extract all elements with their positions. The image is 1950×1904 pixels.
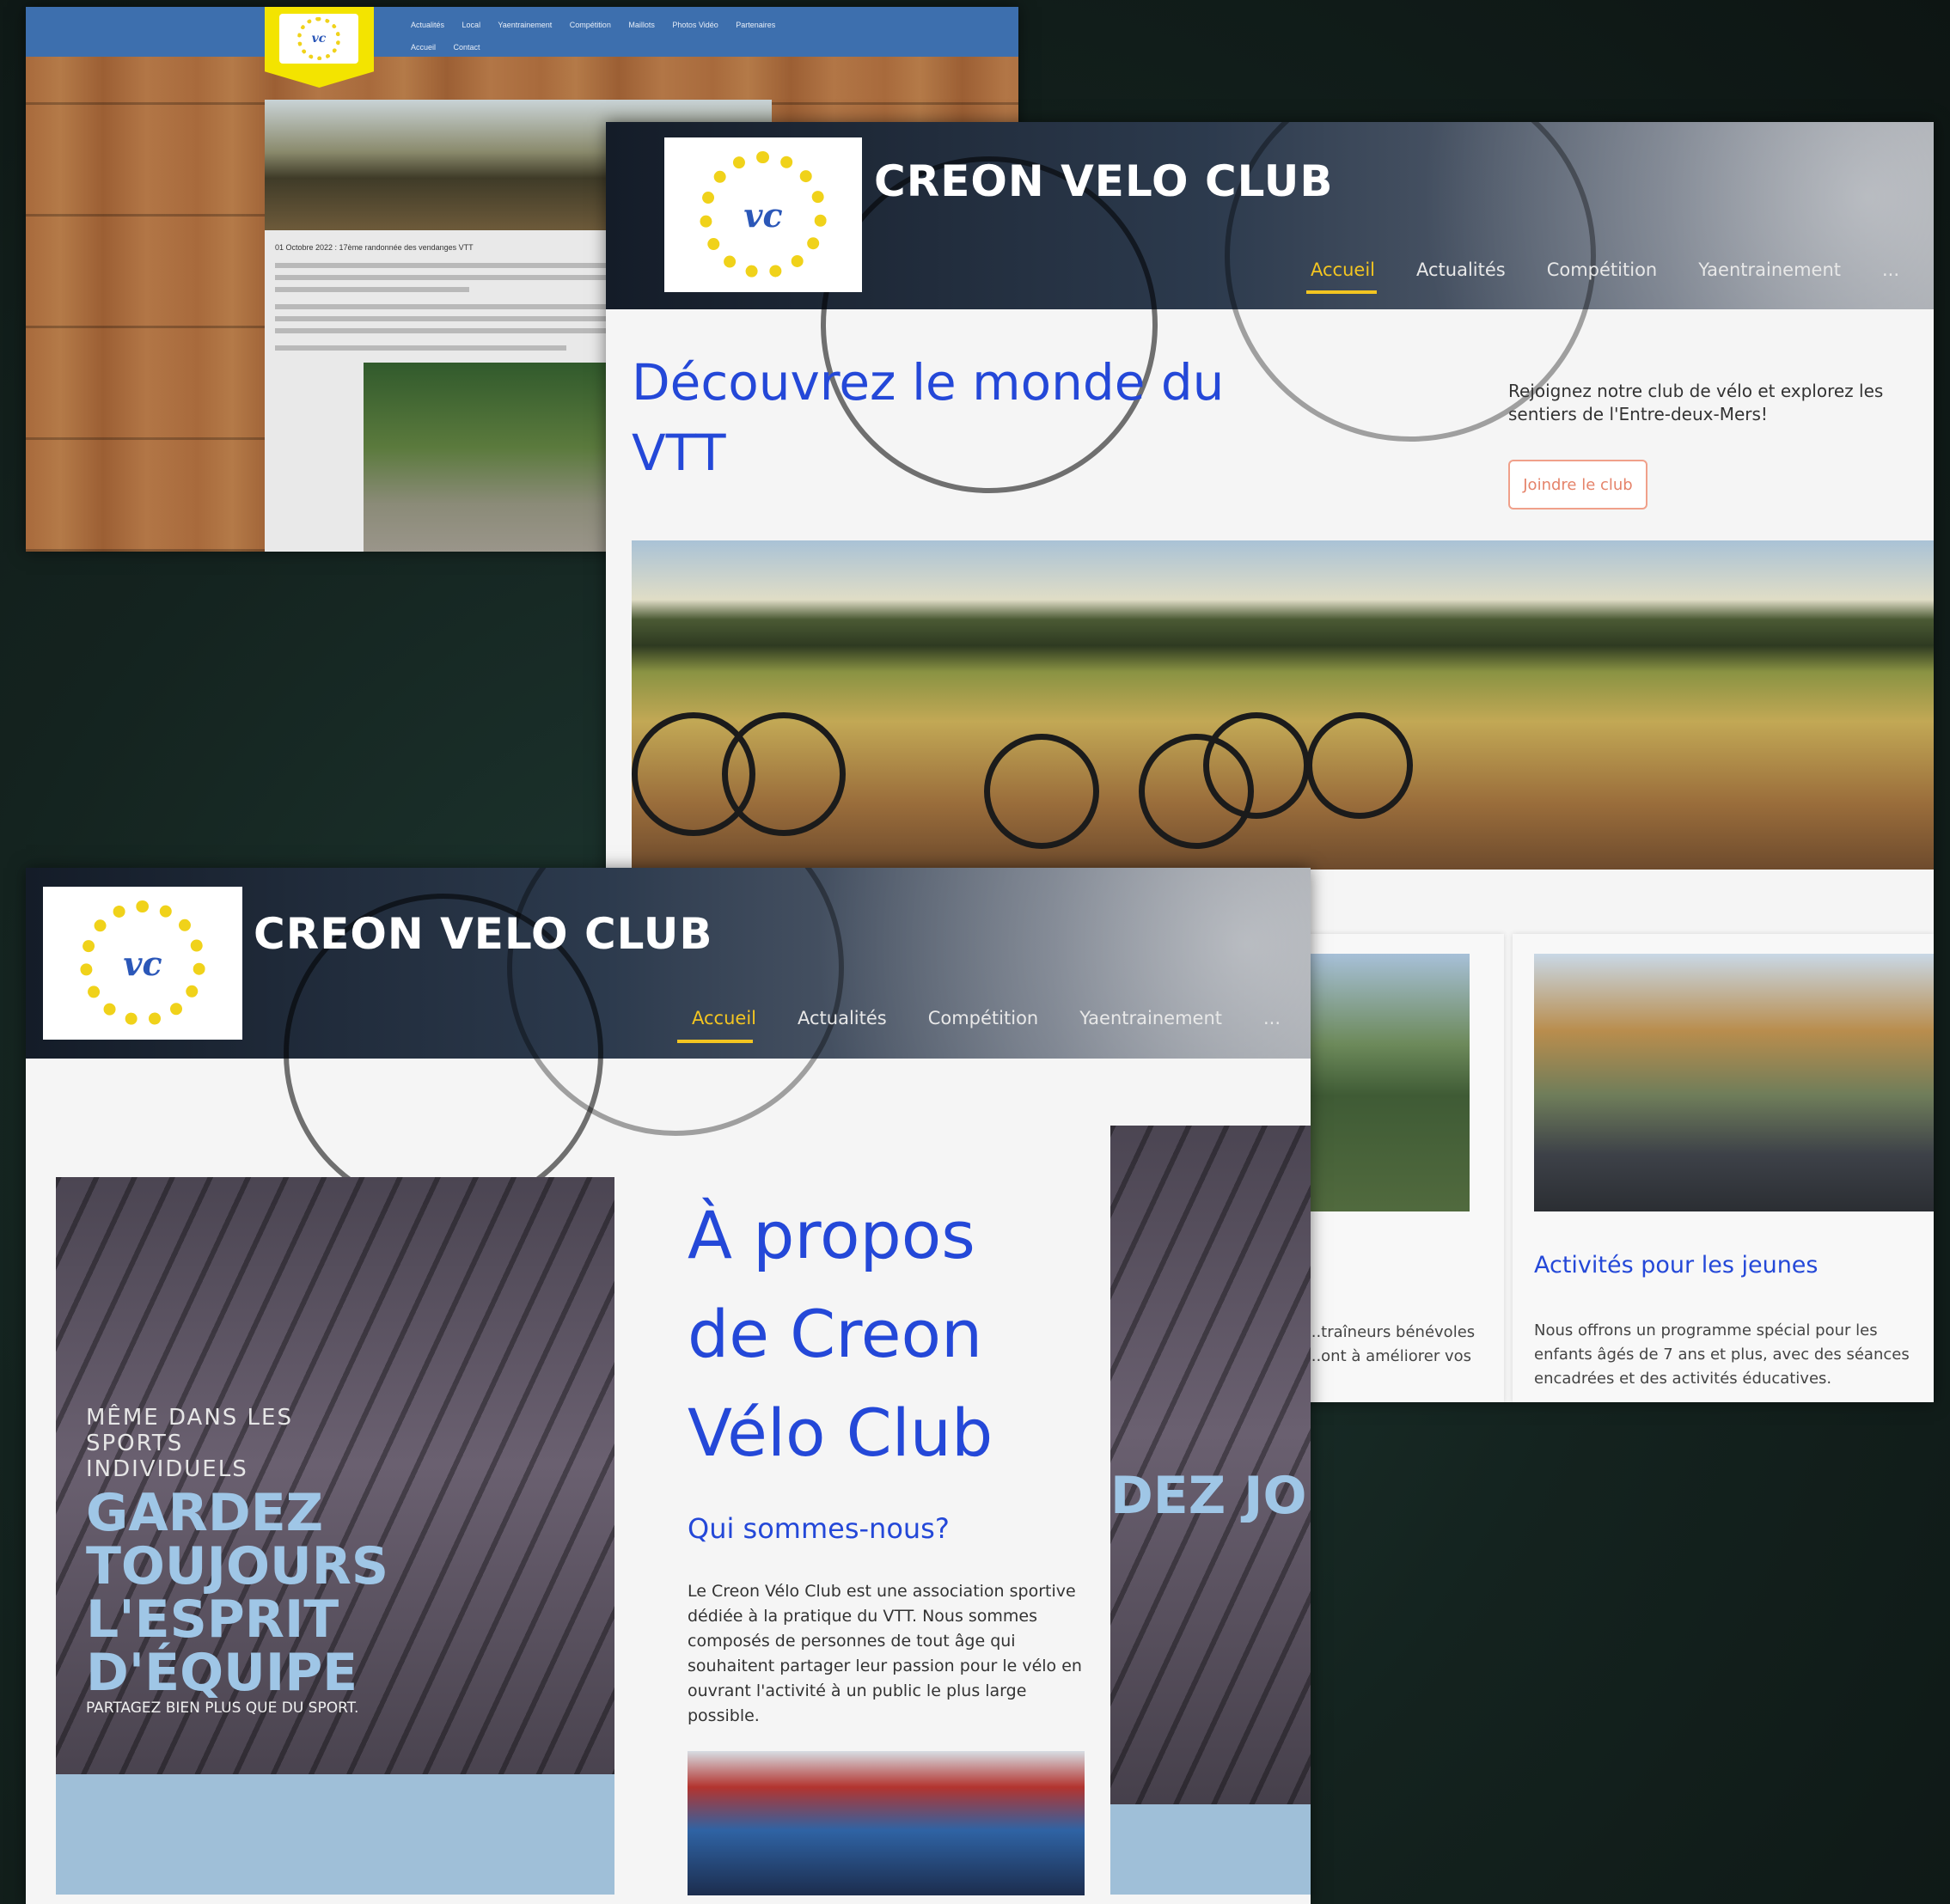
bike-wheel-graphic xyxy=(1306,712,1413,819)
club-logo[interactable]: vc xyxy=(664,137,862,292)
hero-subtitle: Rejoignez notre club de vélo et explorez… xyxy=(1508,381,1884,424)
menu-item-accueil[interactable]: Accueil xyxy=(1311,259,1375,280)
logo-gear-icon: vc xyxy=(700,151,827,278)
bike-wheel-graphic xyxy=(722,712,846,836)
site-brand[interactable]: CREON VELO CLUB xyxy=(874,156,1333,206)
team-photo xyxy=(688,1751,1085,1895)
poster-footer xyxy=(1110,1804,1311,1895)
menu-item-yaentrainement[interactable]: Yaentrainement xyxy=(1698,259,1841,280)
menu-active-indicator xyxy=(1306,290,1377,294)
menu-item-competition[interactable]: Compétition xyxy=(928,1008,1039,1028)
old-nav-item[interactable]: Yaentrainement xyxy=(498,21,552,29)
old-post-title[interactable]: 01 Octobre 2022 : 17ème randonnée des ve… xyxy=(275,243,474,252)
old-nav-item[interactable]: Photos Vidéo xyxy=(672,21,718,29)
poster-footer xyxy=(56,1774,614,1895)
about-page-screenshot: vc CREON VELO CLUB Accueil Actualités Co… xyxy=(26,868,1311,1904)
site-brand[interactable]: CREON VELO CLUB xyxy=(254,909,712,959)
main-menu: Accueil Actualités Compétition Yaentrain… xyxy=(1311,259,1899,280)
old-nav-item[interactable]: Actualités xyxy=(411,21,444,29)
menu-item-actualites[interactable]: Actualités xyxy=(798,1008,887,1028)
card-text: ...traîneurs bénévoles ...ont à améliore… xyxy=(1306,1323,1476,1365)
menu-item-accueil[interactable]: Accueil xyxy=(692,1008,756,1028)
old-nav-item[interactable]: Accueil xyxy=(411,43,436,52)
join-club-button[interactable]: Joindre le club xyxy=(1508,460,1647,510)
poster-headline: GARDEZ TOUJOURS L'ESPRIT D'ÉQUIPE xyxy=(86,1483,389,1703)
menu-item-actualites[interactable]: Actualités xyxy=(1416,259,1506,280)
menu-active-indicator xyxy=(677,1040,753,1043)
bike-wheel-graphic xyxy=(1203,712,1310,819)
old-nav-item[interactable]: Partenaires xyxy=(736,21,775,29)
poster-strapline: PARTAGEZ BIEN PLUS QUE DU SPORT. xyxy=(86,1700,359,1717)
old-nav-item[interactable]: Maillots xyxy=(628,21,655,29)
old-nav-item[interactable]: Contact xyxy=(454,43,480,52)
logo-gear-icon: vc xyxy=(297,17,340,60)
old-logo[interactable]: vc xyxy=(279,14,358,64)
old-nav-item[interactable]: Local xyxy=(462,21,481,29)
hero-photo xyxy=(632,540,1934,870)
logo-gear-icon: vc xyxy=(80,900,205,1026)
hero-title: Découvrez le monde du VTT xyxy=(632,353,1225,482)
poster-small-text: MÊME DANS LES SPORTS INDIVIDUELS xyxy=(86,1405,293,1482)
main-menu: Accueil Actualités Compétition Yaentrain… xyxy=(692,1008,1281,1028)
about-subtitle: Qui sommes-nous? xyxy=(688,1512,950,1545)
about-title: À propos de Creon Vélo Club xyxy=(688,1197,993,1471)
menu-item-yaentrainement[interactable]: Yaentrainement xyxy=(1079,1008,1222,1028)
old-forest-photo xyxy=(364,363,626,552)
bike-wheel-graphic xyxy=(984,734,1099,849)
club-logo[interactable]: vc xyxy=(43,887,242,1040)
card-photo-youth xyxy=(1534,954,1934,1211)
card-title-youth[interactable]: Activités pour les jeunes xyxy=(1534,1252,1819,1278)
old-nav: Actualités Local Yaentrainement Compétit… xyxy=(411,14,1012,58)
menu-more[interactable]: ... xyxy=(1263,1008,1281,1028)
poster-headline-cropped: DEZ JOURS RIT UIPE xyxy=(1110,1469,1311,1523)
menu-more[interactable]: ... xyxy=(1882,259,1899,280)
menu-item-competition[interactable]: Compétition xyxy=(1547,259,1658,280)
old-nav-item[interactable]: Compétition xyxy=(570,21,611,29)
about-text: Le Creon Vélo Club est une association s… xyxy=(688,1582,1082,1725)
card-text-youth: Nous offrons un programme spécial pour l… xyxy=(1534,1321,1910,1388)
